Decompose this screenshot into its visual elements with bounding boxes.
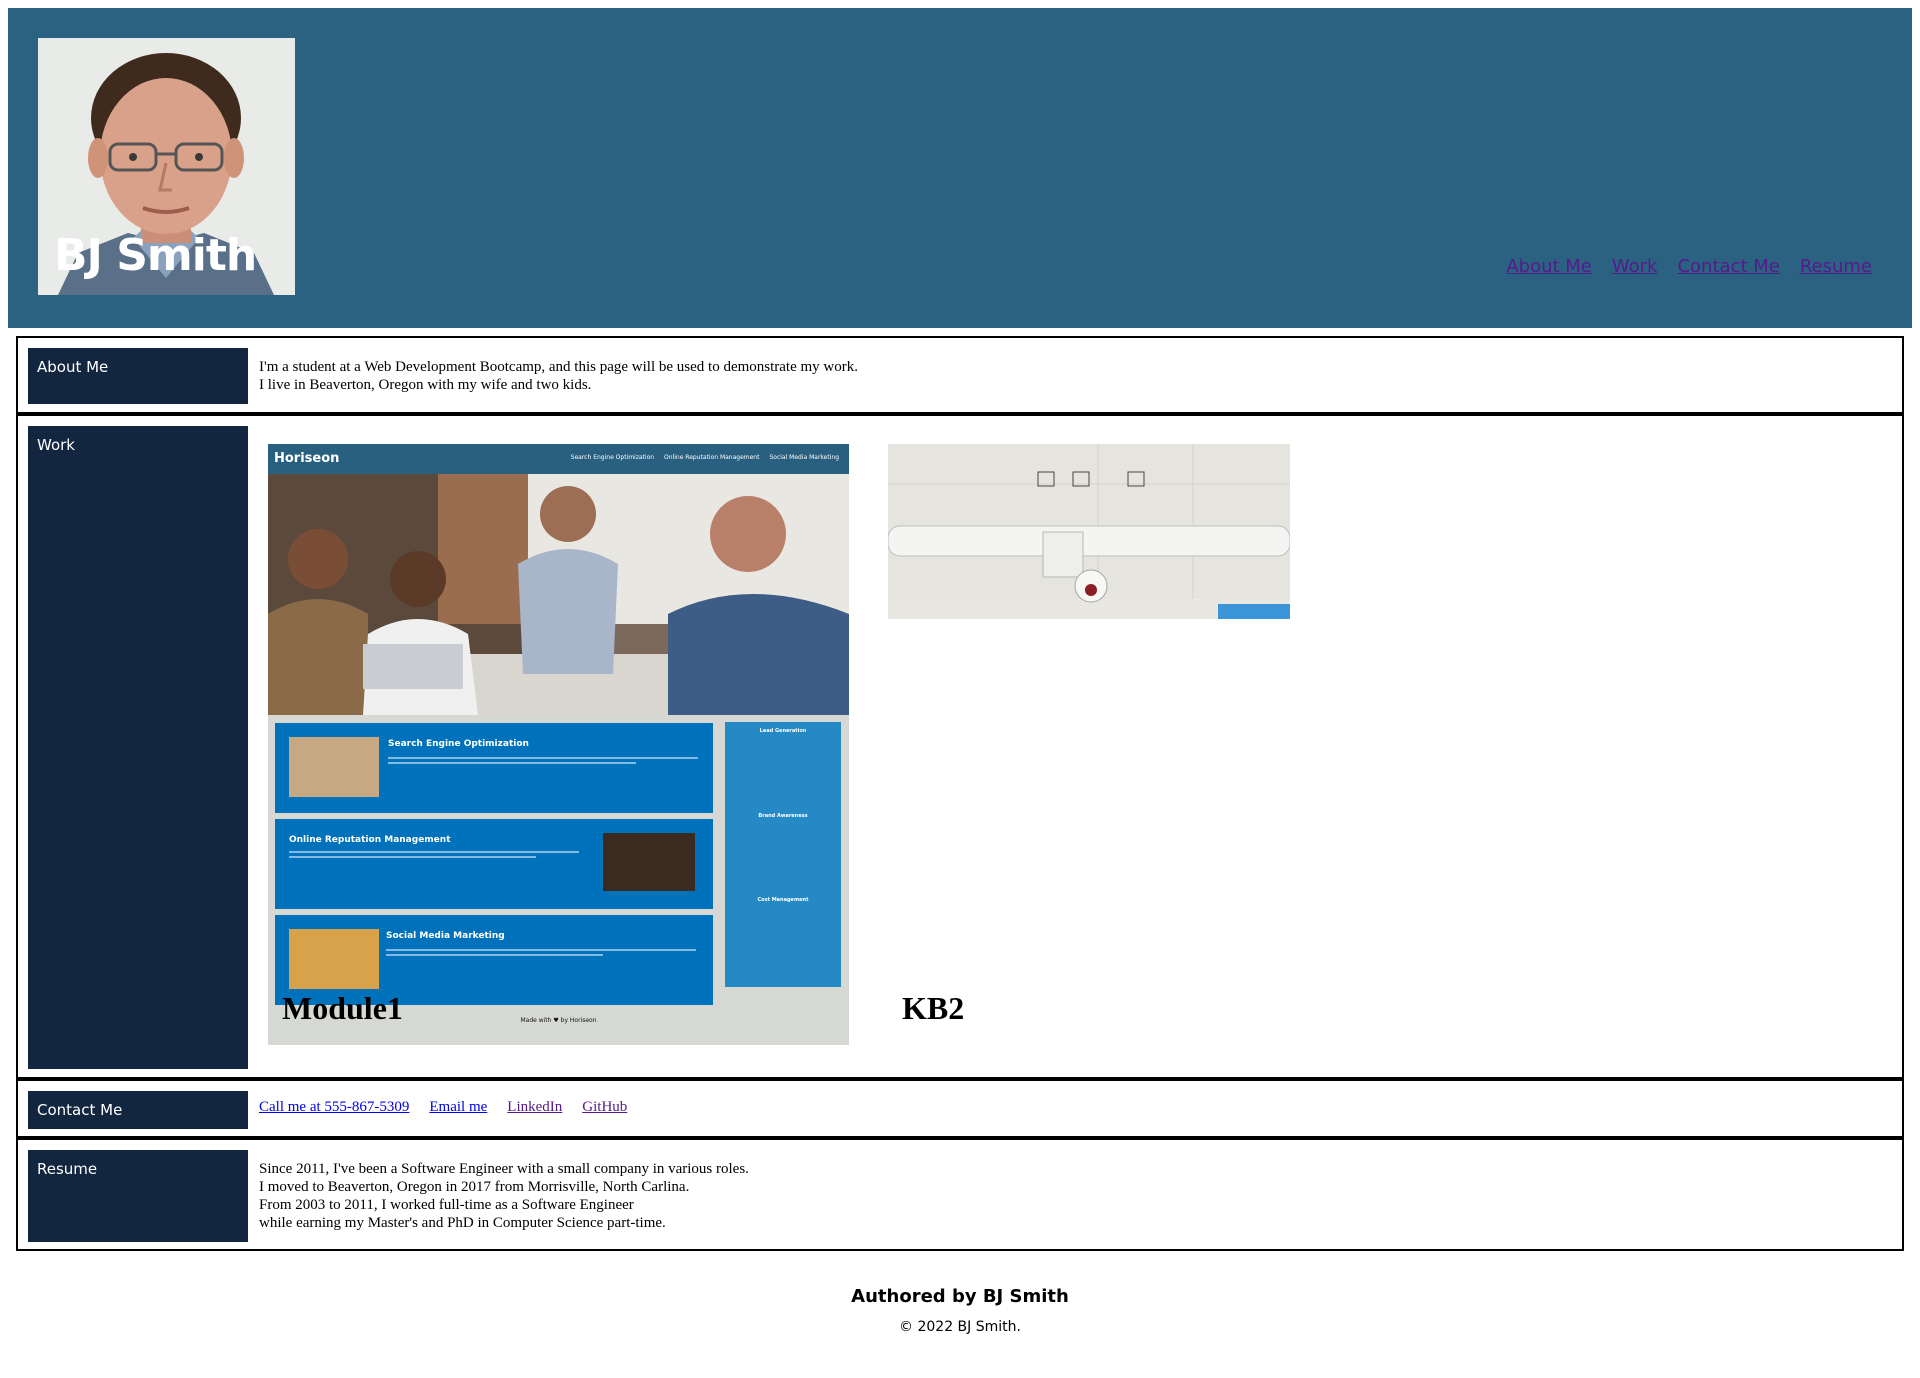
contact-section: Contact Me Call me at 555-867-5309 Email… — [16, 1079, 1904, 1138]
preview-panel-image — [603, 833, 695, 891]
preview-panel-title: Social Media Marketing — [386, 931, 505, 941]
project-card-module1[interactable]: Horiseon Search Engine Optimization Onli… — [268, 444, 849, 1045]
about-label: About Me — [28, 348, 248, 404]
about-section: About Me I'm a student at a Web Developm… — [16, 336, 1904, 414]
preview-panel-text — [289, 851, 579, 861]
work-label: Work — [28, 426, 248, 1069]
top-nav: About Me Work Contact Me Resume — [1506, 256, 1872, 277]
about-line: I live in Beaverton, Oregon with my wife… — [259, 377, 592, 393]
resume-line: I moved to Beaverton, Oregon in 2017 fro… — [259, 1179, 690, 1195]
contact-link-email[interactable]: Email me — [429, 1099, 487, 1116]
about-line: I'm a student at a Web Development Bootc… — [259, 359, 858, 375]
nav-link-about[interactable]: About Me — [1506, 256, 1592, 277]
preview-panel-orm: Online Reputation Management — [275, 819, 713, 909]
preview-nav-item: Search Engine Optimization — [570, 454, 655, 461]
preview-panel-image — [289, 929, 379, 989]
about-text: I'm a student at a Web Development Bootc… — [259, 358, 858, 394]
site-footer: Authored by BJ Smith © 2022 BJ Smith. — [0, 1286, 1920, 1335]
preview-panel-image — [289, 737, 379, 797]
preview-side-title: Lead Generation — [759, 728, 807, 734]
resume-line: From 2003 to 2011, I worked full-time as… — [259, 1197, 634, 1213]
preview-sidebar: Lead Generation Brand Awareness Cost Man… — [725, 722, 841, 987]
contact-link-phone[interactable]: Call me at 555-867-5309 — [259, 1099, 409, 1116]
preview-hero-image — [268, 474, 849, 715]
preview-panel-seo: Search Engine Optimization — [275, 723, 713, 813]
nav-link-work[interactable]: Work — [1612, 256, 1658, 277]
preview-side-title: Brand Awareness — [758, 813, 808, 819]
resume-section: Resume Since 2011, I've been a Software … — [16, 1138, 1904, 1251]
preview-nav: Search Engine Optimization Online Reputa… — [571, 454, 839, 461]
preview-navbar: Horiseon Search Engine Optimization Onli… — [268, 444, 849, 474]
preview-panel-title: Search Engine Optimization — [388, 739, 529, 749]
contact-label: Contact Me — [28, 1091, 248, 1129]
preview-brand: Horiseon — [274, 451, 340, 466]
contact-links: Call me at 555-867-5309 Email me LinkedI… — [259, 1099, 627, 1116]
project-card-kb2[interactable]: KB2 — [888, 444, 1290, 1045]
resume-text: Since 2011, I've been a Software Enginee… — [259, 1160, 749, 1232]
contact-link-github[interactable]: GitHub — [582, 1099, 627, 1116]
footer-copyright: © 2022 BJ Smith. — [899, 1319, 1021, 1335]
project-kb2-image — [888, 444, 1290, 619]
project-caption: Module1 — [282, 990, 403, 1026]
nav-link-resume[interactable]: Resume — [1800, 256, 1872, 277]
site-title: BJ Smith — [54, 230, 257, 281]
preview-panel-text — [388, 757, 698, 767]
nav-link-contact[interactable]: Contact Me — [1677, 256, 1779, 277]
preview-panel-title: Online Reputation Management — [289, 835, 451, 845]
preview-nav-item: Online Reputation Management — [664, 454, 760, 461]
site-header: BJ Smith About Me Work Contact Me Resume — [8, 8, 1912, 328]
contact-link-linkedin[interactable]: LinkedIn — [507, 1099, 562, 1116]
project-caption: KB2 — [902, 990, 965, 1026]
footer-author: Authored by BJ Smith — [851, 1286, 1069, 1307]
preview-side-title: Cost Management — [757, 897, 809, 903]
work-section: Work Horiseon Search Engine Optimization… — [16, 414, 1904, 1079]
resume-line: Since 2011, I've been a Software Enginee… — [259, 1161, 749, 1177]
preview-panel-text — [386, 949, 696, 959]
resume-label: Resume — [28, 1150, 248, 1242]
preview-nav-item: Social Media Marketing — [769, 454, 839, 461]
resume-line: while earning my Master's and PhD in Com… — [259, 1215, 666, 1231]
